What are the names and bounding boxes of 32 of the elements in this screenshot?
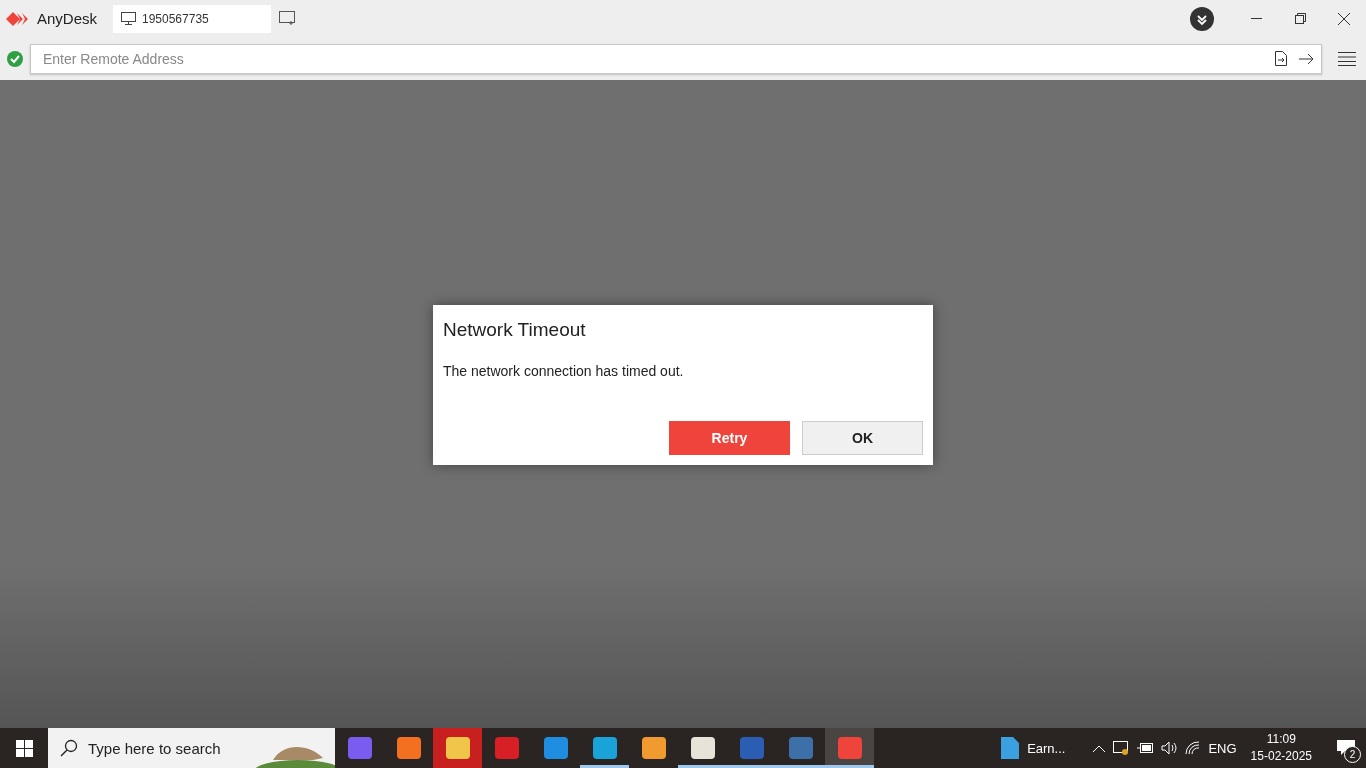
primary-button[interactable]: Retry	[669, 421, 790, 455]
monitor-icon	[121, 12, 136, 25]
notification-count: 2	[1344, 746, 1361, 763]
taskbar-clock[interactable]: 11:09 15-02-2025	[1244, 731, 1318, 765]
restore-icon	[1294, 13, 1306, 24]
security-icon[interactable]	[1113, 741, 1130, 755]
dialog-title: Network Timeout	[443, 319, 587, 341]
close-icon	[1338, 12, 1350, 25]
wifi-icon[interactable]	[1185, 741, 1201, 755]
new-tab-icon[interactable]	[279, 11, 296, 26]
pinned-document-label[interactable]: Earn...	[1027, 740, 1066, 756]
minimize-icon	[1250, 18, 1262, 19]
address-tab[interactable]: 1950567735	[113, 4, 271, 33]
menu-icon[interactable]	[1338, 51, 1356, 66]
chevron-up-icon[interactable]	[1093, 744, 1106, 752]
language-indicator[interactable]: ENG	[1208, 740, 1237, 756]
search-icon	[60, 739, 78, 757]
windows-logo-icon	[15, 739, 33, 757]
file-transfer-icon[interactable]	[1275, 51, 1287, 66]
logo-icon	[6, 11, 31, 26]
remote-address-field[interactable]: Enter Remote Address	[30, 43, 1322, 74]
notification-button[interactable]: 2	[1326, 728, 1366, 768]
battery-icon[interactable]	[1137, 743, 1154, 753]
speaker-icon[interactable]	[1161, 741, 1178, 755]
download-icon[interactable]	[1190, 6, 1214, 31]
taskbar-search-field[interactable]: Type here to search	[48, 728, 335, 768]
taskbar-app-button[interactable]	[825, 728, 874, 768]
dialog-message: The network connection has timed out.	[443, 363, 685, 381]
document-icon[interactable]	[1001, 737, 1020, 759]
app-name: AnyDesk	[37, 10, 98, 27]
secondary-button[interactable]: OK	[802, 421, 923, 455]
arrow-right-icon[interactable]	[1299, 52, 1314, 65]
